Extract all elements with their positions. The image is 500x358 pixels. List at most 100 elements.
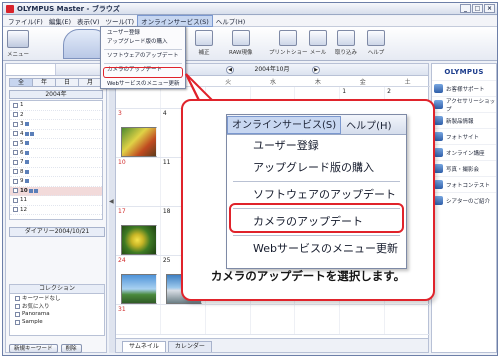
menu-item-buy-upgrade[interactable]: アップグレード版の購入 [101,38,185,47]
period-month[interactable]: 月 [79,79,102,86]
delete-button[interactable]: 削除 [60,344,82,353]
checkbox[interactable] [13,178,18,184]
checkbox[interactable] [13,188,18,194]
zoomed-menu: オンラインサービス(S) ヘルプ(H) ユーザー登録 アップグレード版の購入 ソ… [226,114,407,269]
menu-view[interactable]: 表示(V) [74,16,103,26]
collection-item[interactable]: Panorama [10,310,104,318]
month-item[interactable]: 11 [10,196,102,206]
year-header[interactable]: 2004年 [9,90,103,99]
close-button[interactable]: × [484,4,495,13]
import-button[interactable]: 取り込み [335,30,357,56]
tab-calendar[interactable] [6,64,56,75]
checkbox[interactable] [13,140,18,146]
tab-calendar-view[interactable]: カレンダー [167,341,212,352]
checkbox[interactable] [13,102,18,108]
maximize-button[interactable]: □ [472,4,483,13]
zoomed-menu-online-services[interactable]: オンラインサービス(S) [227,115,342,134]
service-link[interactable]: フォトコンテスト [432,176,496,192]
month-item[interactable]: 1 [10,101,102,111]
calendar-day[interactable] [295,305,341,334]
service-link[interactable]: アクセサリーショップ [432,96,496,113]
raw-develop-button[interactable]: RAW現像 [229,30,253,56]
zoomed-item-user-registration[interactable]: ユーザー登録 [227,135,406,157]
photo-thumbnail[interactable] [121,274,157,304]
checkbox[interactable] [15,311,20,317]
menu-edit[interactable]: 編集(E) [46,16,74,26]
collection-item[interactable]: Sample [10,318,104,326]
collapse-arrow-icon[interactable]: ◀ [109,198,114,205]
month-item[interactable]: 6 [10,149,102,158]
checkbox[interactable] [13,159,18,165]
checkbox[interactable] [15,295,20,301]
month-item[interactable]: 2 [10,111,102,120]
help-button[interactable]: ヘルプ [367,30,385,56]
calendar-day[interactable] [116,87,161,108]
zoomed-item-buy-upgrade[interactable]: アップグレード版の購入 [227,157,406,179]
tab-thumbnail[interactable]: サムネイル [122,341,166,352]
checkbox[interactable] [15,303,20,309]
period-all[interactable]: 全 [10,79,33,86]
month-item[interactable]: 8 [10,168,102,177]
service-link[interactable]: オンライン講座 [432,144,496,160]
service-link[interactable]: フォトサイト [432,128,496,144]
zoomed-separator [233,181,400,182]
checkbox[interactable] [13,112,18,118]
calendar-day[interactable]: 17 [116,207,161,255]
checkbox[interactable] [13,169,18,175]
month-item[interactable]: 4 [10,130,102,139]
month-item[interactable]: 12 [10,206,102,215]
checkbox[interactable] [15,319,20,325]
tab-folders[interactable] [56,64,106,75]
calendar-day[interactable]: 31 [116,305,161,334]
period-year[interactable]: 年 [33,79,56,86]
collection-item[interactable]: キーワードなし [10,294,104,302]
diary-label[interactable]: ダイアリー2004/10/21 [9,227,105,237]
collection-item[interactable]: お気に入り [10,302,104,310]
month-item[interactable]: 9 [10,177,102,187]
month-item[interactable]: 5 [10,139,102,149]
menu-button[interactable]: メニュー [7,30,29,58]
menu-item-web-service-menu-update[interactable]: Webサービスのメニュー更新 [101,80,185,89]
zoomed-menu-help[interactable]: ヘルプ(H) [341,117,396,132]
prev-month-icon[interactable]: ◀ [226,66,234,74]
month-item[interactable]: 3 [10,120,102,130]
print-show-button[interactable]: プリントショー [269,30,308,56]
menu-item-user-registration[interactable]: ユーザー登録 [101,29,185,38]
checkbox[interactable] [13,197,18,203]
service-link[interactable]: 写真・撮影会 [432,160,496,176]
calendar-day[interactable] [161,305,206,334]
service-link[interactable]: お客様サポート [432,80,496,96]
checkbox[interactable] [13,121,18,127]
calendar-day[interactable] [385,305,431,334]
checkbox[interactable] [13,131,18,137]
window-controls: _ □ × [460,4,495,13]
calendar-day[interactable]: 10 [116,158,161,206]
service-link[interactable]: 新製品情報 [432,112,496,128]
minimize-button[interactable]: _ [460,4,471,13]
checkbox[interactable] [13,150,18,156]
menu-tools[interactable]: ツール(T) [103,16,138,26]
photo-thumbnail[interactable] [121,225,157,255]
calendar-day[interactable] [206,305,251,334]
collection-buttons: 新規キーワード 削除 [9,344,82,353]
correct-button[interactable]: 補正 [195,30,213,56]
month-item-selected[interactable]: 10 [10,186,102,196]
month-item[interactable]: 7 [10,158,102,168]
next-month-icon[interactable]: ▶ [312,66,320,74]
menu-item-software-update[interactable]: ソフトウェアのアップデート [101,52,185,61]
mail-button[interactable]: メール [309,30,327,56]
menu-help[interactable]: ヘルプ(H) [213,16,248,26]
calendar-day[interactable]: 3 [116,109,161,157]
theater-icon [434,196,443,205]
zoomed-item-web-service-menu-update[interactable]: Webサービスのメニュー更新 [227,238,406,260]
new-keyword-button[interactable]: 新規キーワード [9,344,58,353]
calendar-day[interactable]: 24 [116,256,161,304]
calendar-day[interactable] [340,305,386,334]
calendar-day[interactable] [251,305,296,334]
checkbox[interactable] [13,207,18,213]
photo-thumbnail[interactable] [121,127,157,157]
menu-file[interactable]: ファイル(F) [5,16,46,26]
calendar-month: 2004年10月 [254,66,290,73]
service-link[interactable]: シアターのご紹介 [432,192,496,208]
period-day[interactable]: 日 [56,79,79,86]
